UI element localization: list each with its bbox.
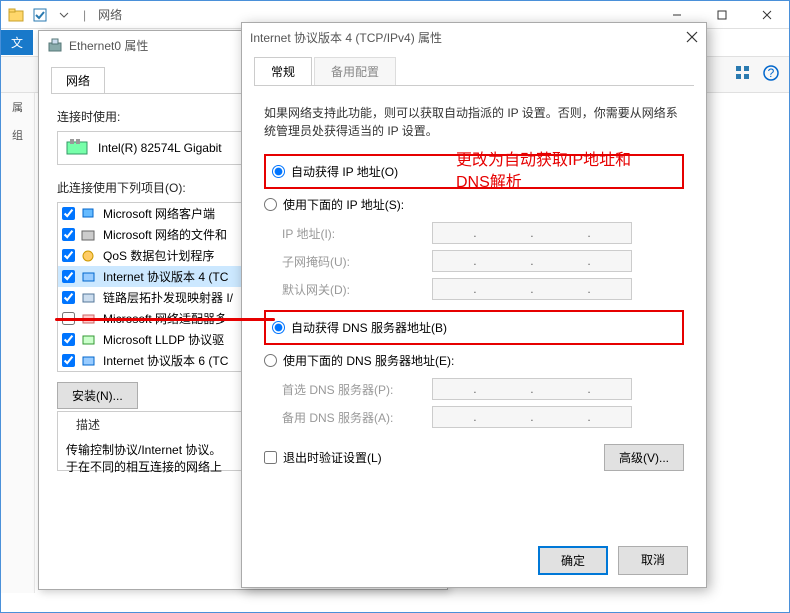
annotation-text: 更改为自动获取IP地址和DNS解析 — [456, 150, 656, 195]
adapter-name: Intel(R) 82574L Gigabit — [98, 141, 222, 155]
client-icon — [81, 207, 97, 221]
item-checkbox[interactable] — [62, 249, 75, 262]
protocol-icon — [81, 270, 97, 284]
ipv4-close-button[interactable] — [686, 31, 698, 43]
eth-title: Ethernet0 属性 — [69, 37, 148, 54]
item-checkbox[interactable] — [62, 354, 75, 367]
item-checkbox[interactable] — [62, 291, 75, 304]
qos-icon — [81, 249, 97, 263]
pref-dns-field: ... — [432, 378, 632, 400]
ipv4-title: Internet 协议版本 4 (TCP/IPv4) 属性 — [250, 29, 442, 46]
radio-auto-dns[interactable]: 自动获得 DNS 服务器地址(B) — [272, 316, 676, 339]
protocol-icon — [81, 354, 97, 368]
subnet-field: ... — [432, 250, 632, 272]
toolbar-help-icon[interactable]: ? — [759, 61, 783, 85]
ethernet-icon — [47, 37, 63, 53]
radio-manual-dns[interactable]: 使用下面的 DNS 服务器地址(E): — [264, 349, 684, 372]
gateway-field: ... — [432, 278, 632, 300]
item-checkbox[interactable] — [62, 270, 75, 283]
qat-folder-icon[interactable] — [5, 4, 27, 26]
ribbon-file-tab[interactable]: 文 — [1, 30, 33, 55]
svg-text:?: ? — [768, 66, 775, 80]
toolbar-grid-icon[interactable] — [731, 61, 755, 85]
gateway-label: 默认网关(D): — [282, 281, 432, 298]
lltd-icon — [81, 291, 97, 305]
alt-dns-field: ... — [432, 406, 632, 428]
subnet-label: 子网掩码(U): — [282, 253, 432, 270]
radio-auto-dns-input[interactable] — [272, 321, 285, 334]
item-checkbox[interactable] — [62, 228, 75, 241]
alt-dns-label: 备用 DNS 服务器(A): — [282, 409, 432, 426]
item-checkbox[interactable] — [62, 333, 75, 346]
item-checkbox[interactable] — [62, 207, 75, 220]
annotation-underline — [55, 318, 275, 321]
annotation-box-dns: 自动获得 DNS 服务器地址(B) — [264, 310, 684, 345]
service-icon — [81, 228, 97, 242]
ok-button[interactable]: 确定 — [538, 546, 608, 575]
sidebar-item-2[interactable]: 组 — [1, 121, 34, 149]
ipv4-properties-dialog: Internet 协议版本 4 (TCP/IPv4) 属性 常规 备用配置 如果… — [241, 22, 707, 588]
validate-checkbox[interactable] — [264, 451, 277, 464]
tab-alternate[interactable]: 备用配置 — [314, 57, 396, 85]
ip-address-field: ... — [432, 222, 632, 244]
pref-dns-label: 首选 DNS 服务器(P): — [282, 381, 432, 398]
radio-manual-ip-input[interactable] — [264, 198, 277, 211]
eth-tab-network[interactable]: 网络 — [51, 67, 105, 93]
tab-general[interactable]: 常规 — [254, 57, 312, 85]
description-label: 描述 — [72, 418, 104, 432]
adapter-icon — [66, 138, 90, 158]
advanced-button[interactable]: 高级(V)... — [604, 444, 684, 471]
ip-address-label: IP 地址(I): — [282, 225, 432, 242]
ipv4-tabstrip: 常规 备用配置 — [254, 57, 694, 86]
validate-checkbox-row[interactable]: 退出时验证设置(L) — [264, 449, 382, 466]
explorer-title: 网络 — [98, 6, 122, 23]
help-text: 如果网络支持此功能，则可以获取自动指派的 IP 设置。否则，你需要从网络系统管理… — [264, 104, 684, 140]
cancel-button[interactable]: 取消 — [618, 546, 688, 575]
radio-manual-dns-input[interactable] — [264, 354, 277, 367]
qat-dropdown-icon[interactable] — [53, 4, 75, 26]
explorer-close-button[interactable] — [744, 1, 789, 29]
radio-auto-ip-input[interactable] — [272, 165, 285, 178]
radio-manual-ip[interactable]: 使用下面的 IP 地址(S): — [264, 193, 684, 216]
qat-checkbox-icon[interactable] — [29, 4, 51, 26]
sidebar-item-1[interactable]: 属 — [1, 93, 34, 121]
lldp-icon — [81, 333, 97, 347]
install-button[interactable]: 安装(N)... — [57, 382, 138, 409]
ipv4-titlebar: Internet 协议版本 4 (TCP/IPv4) 属性 — [242, 23, 706, 51]
explorer-sidebar: 属 组 — [1, 93, 35, 593]
